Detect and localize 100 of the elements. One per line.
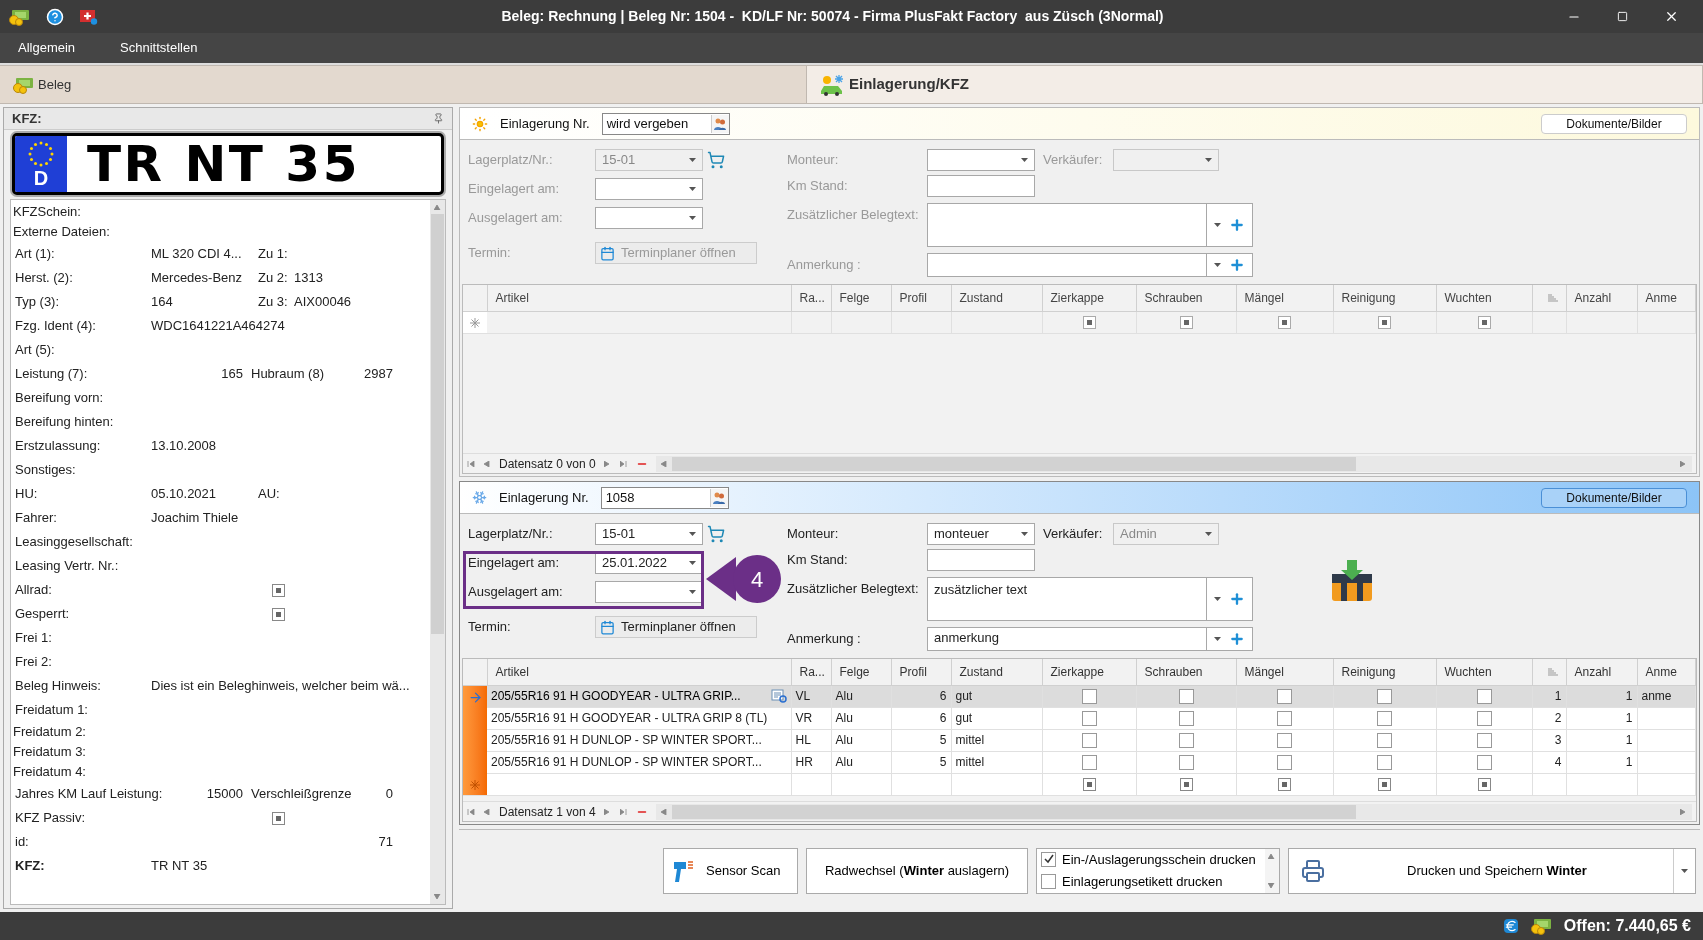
checkbox[interactable] [1082,778,1096,792]
pin-icon[interactable] [433,113,444,124]
checkbox[interactable] [1179,778,1193,792]
checkbox[interactable] [1377,755,1392,771]
checkbox[interactable] [1377,733,1392,749]
vertical-scrollbar[interactable] [430,200,445,904]
column-header[interactable]: Anzahl [1566,285,1637,311]
scroll-right-icon[interactable] [1680,460,1688,467]
column-header[interactable]: Artikel [487,285,791,311]
column-header[interactable]: Schrauben [1136,659,1236,685]
column-header[interactable]: Mängel [1236,285,1333,311]
checkbox[interactable] [1179,316,1193,330]
sensor-scan-button[interactable]: Sensor Scan [663,847,798,894]
column-header[interactable]: Reinigung [1333,285,1436,311]
sort-icon[interactable] [1547,293,1558,302]
dropdown-field[interactable] [1113,149,1219,171]
close-icon[interactable] [1664,9,1679,24]
add-icon[interactable] [1229,257,1245,273]
checkbox[interactable] [1476,733,1492,749]
date-field[interactable] [595,207,703,229]
dropdown-field[interactable] [927,149,1035,171]
checkbox[interactable] [1277,733,1292,749]
remark-field[interactable]: anmerkung [927,627,1207,651]
sort-header[interactable] [1532,285,1566,311]
checkbox[interactable] [1377,711,1392,727]
menu-item[interactable]: Allgemein [18,38,76,58]
previous-record-icon[interactable] [483,808,491,815]
checkbox[interactable] [1377,689,1392,705]
scroll-right-icon[interactable] [1680,808,1688,815]
sort-icon[interactable] [1547,667,1558,676]
next-record-icon[interactable] [603,460,612,467]
checkbox[interactable] [1178,711,1194,727]
column-header[interactable]: Wuchten [1436,285,1532,311]
last-record-icon[interactable] [619,460,628,467]
checkbox[interactable] [1081,689,1097,705]
column-header[interactable]: Mängel [1236,659,1333,685]
last-record-icon[interactable] [619,808,628,815]
people-icon[interactable] [709,488,728,507]
scroll-left-icon[interactable] [659,460,668,467]
sort-header[interactable] [1532,659,1566,685]
checkbox[interactable] [1081,755,1097,771]
checkbox[interactable] [1476,689,1492,705]
next-record-icon[interactable] [603,808,612,815]
column-header[interactable]: Reinigung [1333,659,1436,685]
checkbox[interactable] [1278,316,1291,330]
checkbox[interactable] [1277,689,1292,705]
documents-button[interactable]: Dokumente/Bilder [1541,487,1687,508]
checkbox[interactable] [1378,316,1391,330]
tab[interactable]: Einlagerung/KFZ [806,66,1703,103]
scroll-down-icon[interactable] [1268,882,1276,889]
people-icon[interactable] [710,114,729,133]
memo-field[interactable] [927,203,1207,247]
column-header[interactable]: Felge [831,285,891,311]
tire-change-button[interactable]: Radwechsel (Winter auslagern) [806,847,1028,894]
dropdown-field[interactable]: monteuer [927,523,1035,545]
number-field[interactable]: wird vergeben [601,112,730,135]
km-field[interactable] [927,549,1035,571]
cart-icon[interactable] [707,151,725,169]
checkbox[interactable] [272,811,285,825]
column-header[interactable]: Schrauben [1136,285,1236,311]
scroll-up-icon[interactable] [1268,852,1276,859]
checkbox[interactable] [1278,778,1291,792]
maximize-icon[interactable] [1617,11,1628,22]
table-row[interactable]: 205/55R16 91 H DUNLOP - SP WINTER SPORT... HR Alu 5 mittel 4 1 [463,751,1696,773]
table-row[interactable]: 205/55R16 91 H GOODYEAR - ULTRA GRIP 8 (TL) VR Alu 6 gut 2 1 [463,707,1696,729]
checkbox[interactable] [272,607,285,621]
scroll-up-icon[interactable] [433,204,442,210]
help-icon[interactable] [46,7,64,26]
column-header[interactable]: Zustand [951,659,1042,685]
checkbox[interactable] [1277,711,1292,727]
cart-icon[interactable] [707,525,725,543]
column-header[interactable]: Anme [1637,659,1696,685]
add-icon[interactable] [1229,631,1245,647]
memo-field[interactable]: zusätzlicher text [927,577,1207,621]
checkbox[interactable] [1178,733,1194,749]
checkbox[interactable] [1476,711,1492,727]
checkbox[interactable] [1082,316,1096,330]
previous-record-icon[interactable] [483,460,491,467]
remark-field[interactable] [927,253,1207,277]
column-header[interactable]: Anme [1637,285,1696,311]
menu-item[interactable]: Schnittstellen [120,38,198,58]
add-icon[interactable] [1229,591,1245,607]
checkbox[interactable] [1081,733,1097,749]
scroll-left-icon[interactable] [659,808,668,815]
column-header[interactable]: Profil [891,285,951,311]
horizontal-scrollbar[interactable] [655,455,1692,472]
date-field[interactable] [595,581,703,603]
table-row[interactable]: 205/55R16 91 H DUNLOP - SP WINTER SPORT... HL Alu 5 mittel 3 1 [463,729,1696,751]
column-header[interactable]: Zierkappe [1042,659,1136,685]
column-header[interactable]: Anzahl [1566,659,1637,685]
checkbox[interactable] [1081,711,1097,727]
checkbox[interactable] [1041,874,1056,890]
column-header[interactable]: Zustand [951,285,1042,311]
checkbox[interactable] [1477,778,1491,792]
checkbox[interactable] [1378,778,1391,792]
number-field[interactable]: 1058 [600,486,729,509]
flag-icon[interactable] [80,8,98,25]
column-header[interactable]: Felge [831,659,891,685]
column-header[interactable]: Artikel [487,659,791,685]
column-header[interactable]: Ra... [791,285,831,311]
